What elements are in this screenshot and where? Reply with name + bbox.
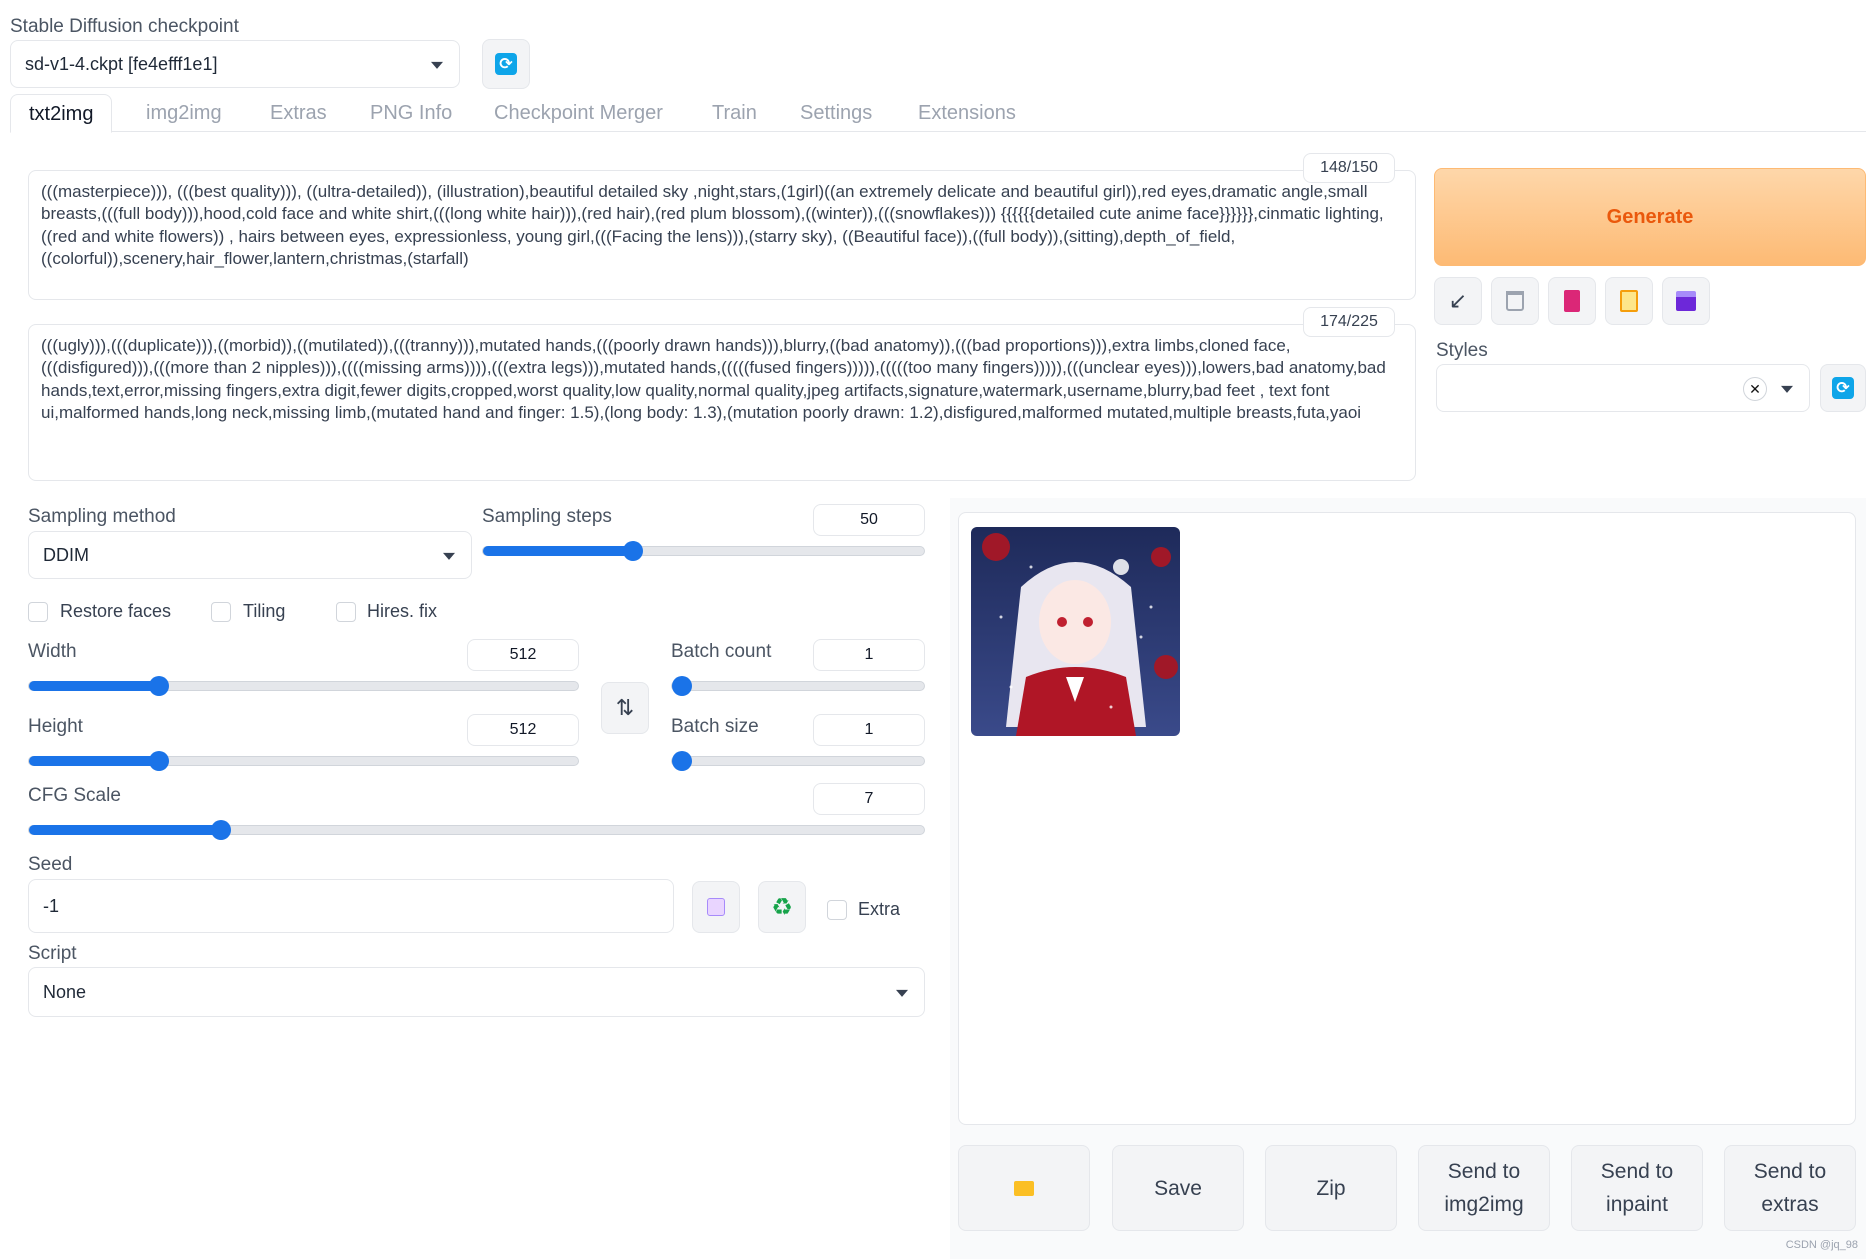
batch-count-slider[interactable] <box>671 676 925 696</box>
extra-networks-button[interactable] <box>1548 277 1596 325</box>
reuse-seed-button[interactable]: ♻ <box>758 881 806 933</box>
width-slider[interactable] <box>28 676 579 696</box>
folder-icon <box>1014 1180 1034 1196</box>
height-slider[interactable] <box>28 751 579 771</box>
refresh-icon: ⟳ <box>1832 377 1854 399</box>
styles-refresh-button[interactable]: ⟳ <box>1820 364 1866 412</box>
slider-thumb[interactable] <box>211 820 231 840</box>
trash-button[interactable] <box>1491 277 1539 325</box>
sampling-method-select[interactable]: DDIM <box>28 531 472 579</box>
checkpoint-refresh-button[interactable]: ⟳ <box>482 39 530 89</box>
slider-fill <box>29 756 159 766</box>
swap-dimensions-button[interactable]: ⇅ <box>601 682 649 734</box>
negative-prompt-textarea[interactable]: (((ugly))),(((duplicate))),((morbid)),((… <box>28 324 1416 481</box>
height-label: Height <box>28 716 83 737</box>
cfg-scale-input[interactable]: 7 <box>813 783 925 815</box>
height-input[interactable]: 512 <box>467 714 579 746</box>
slider-thumb[interactable] <box>149 751 169 771</box>
send-to-inpaint-button[interactable]: Send to inpaint <box>1571 1145 1703 1231</box>
checkpoint-label: Stable Diffusion checkpoint <box>10 16 239 37</box>
width-input[interactable]: 512 <box>467 639 579 671</box>
extra-seed-checkbox[interactable] <box>827 900 847 920</box>
swap-arrows-icon: ⇅ <box>615 695 635 720</box>
prompt-token-counter: 148/150 <box>1303 153 1395 183</box>
arrow-down-left-icon: ↙ <box>1448 288 1468 313</box>
clear-icon[interactable]: ✕ <box>1743 377 1767 401</box>
chevron-down-icon <box>896 989 908 997</box>
open-folder-button[interactable] <box>958 1145 1090 1231</box>
batch-size-slider[interactable] <box>671 751 925 771</box>
styles-label: Styles <box>1436 340 1488 361</box>
prompt-textarea[interactable]: (((masterpiece))), (((best quality))), (… <box>28 170 1416 300</box>
slider-fill <box>29 681 159 691</box>
batch-size-label: Batch size <box>671 716 759 737</box>
batch-count-label: Batch count <box>671 641 772 662</box>
generated-image-thumbnail[interactable] <box>971 527 1180 736</box>
zip-button[interactable]: Zip <box>1265 1145 1397 1231</box>
dice-icon <box>707 898 725 916</box>
tab-train[interactable]: Train <box>694 94 775 132</box>
sampling-method-value: DDIM <box>43 544 89 565</box>
slider-fill <box>29 825 221 835</box>
send-to-extras-button[interactable]: Send to extras <box>1724 1145 1856 1231</box>
chevron-down-icon <box>443 552 455 560</box>
tab-extras[interactable]: Extras <box>252 94 345 132</box>
tab-checkpoint-merger[interactable]: Checkpoint Merger <box>476 94 681 132</box>
width-label: Width <box>28 641 77 662</box>
tab-bar: txt2img img2img Extras PNG Info Checkpoi… <box>10 94 1866 133</box>
refresh-icon: ⟳ <box>495 53 517 75</box>
slider-thumb[interactable] <box>149 676 169 696</box>
generate-button[interactable]: Generate <box>1434 168 1866 266</box>
chevron-down-icon <box>1781 385 1793 393</box>
recycle-icon: ♻ <box>771 893 793 921</box>
trash-icon <box>1506 291 1524 311</box>
clipboard-icon <box>1620 290 1638 312</box>
sampling-method-label: Sampling method <box>28 506 176 527</box>
checkpoint-select[interactable]: sd-v1-4.ckpt [fe4efff1e1] <box>10 40 460 88</box>
cfg-scale-slider[interactable] <box>28 820 925 840</box>
save-style-button[interactable] <box>1662 277 1710 325</box>
restore-faces-label: Restore faces <box>60 601 172 621</box>
tiling-label: Tiling <box>243 601 286 621</box>
hires-fix-checkbox[interactable] <box>336 602 356 622</box>
send-to-img2img-button[interactable]: Send to img2img <box>1418 1145 1550 1231</box>
card-icon <box>1564 290 1580 312</box>
sampling-steps-input[interactable]: 50 <box>813 504 925 536</box>
apply-style-button[interactable] <box>1605 277 1653 325</box>
hires-fix-label: Hires. fix <box>367 601 438 621</box>
restore-faces-checkbox[interactable] <box>28 602 48 622</box>
seed-label: Seed <box>28 854 73 875</box>
negative-prompt-token-counter: 174/225 <box>1303 307 1395 337</box>
tab-settings[interactable]: Settings <box>782 94 890 132</box>
tab-png-info[interactable]: PNG Info <box>352 94 470 132</box>
sampling-steps-label: Sampling steps <box>482 506 612 527</box>
extra-seed-label: Extra <box>858 899 901 919</box>
batch-count-input[interactable]: 1 <box>813 639 925 671</box>
slider-thumb[interactable] <box>623 541 643 561</box>
read-params-button[interactable]: ↙ <box>1434 277 1482 325</box>
script-select[interactable]: None <box>28 967 925 1017</box>
slider-thumb[interactable] <box>672 751 692 771</box>
cfg-scale-label: CFG Scale <box>28 785 121 806</box>
tab-txt2img[interactable]: txt2img <box>10 94 113 133</box>
sampling-steps-slider[interactable] <box>482 541 925 561</box>
watermark: CSDN @jq_98 <box>1785 1239 1858 1251</box>
chevron-down-icon <box>431 61 443 69</box>
random-seed-button[interactable] <box>692 881 740 933</box>
tab-img2img[interactable]: img2img <box>128 94 240 132</box>
styles-select[interactable]: ✕ <box>1436 364 1810 412</box>
script-value: None <box>43 981 87 1002</box>
checkpoint-value: sd-v1-4.ckpt [fe4efff1e1] <box>25 53 218 74</box>
seed-input[interactable]: -1 <box>28 879 674 933</box>
script-label: Script <box>28 943 77 964</box>
tab-extensions[interactable]: Extensions <box>900 94 1034 132</box>
tiling-checkbox[interactable] <box>211 602 231 622</box>
floppy-disk-icon <box>1676 291 1696 311</box>
slider-thumb[interactable] <box>672 676 692 696</box>
seed-value: -1 <box>43 895 60 916</box>
slider-fill <box>483 546 633 556</box>
batch-size-input[interactable]: 1 <box>813 714 925 746</box>
anime-girl-image <box>971 527 1180 736</box>
save-button[interactable]: Save <box>1112 1145 1244 1231</box>
